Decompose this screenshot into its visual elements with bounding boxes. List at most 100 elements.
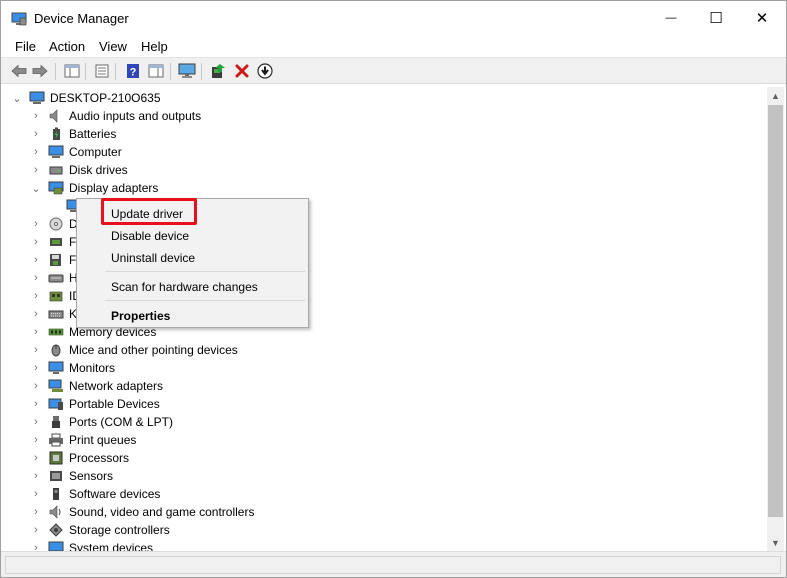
tree-item-sensors[interactable]: › Sensors	[6, 467, 766, 485]
chevron-right-icon[interactable]: ›	[30, 342, 42, 358]
action-pane-icon	[148, 64, 164, 78]
tree-item-sound-video[interactable]: › Sound, video and game controllers	[6, 503, 766, 521]
chevron-right-icon[interactable]: ›	[30, 360, 42, 376]
device-manager-app-icon	[11, 12, 27, 26]
portable-device-icon	[48, 398, 63, 410]
minimize-icon: —	[665, 12, 677, 24]
scroll-up-arrow-icon[interactable]: ▲	[767, 87, 784, 104]
chevron-right-icon[interactable]: ›	[30, 216, 42, 232]
toolbar-separator	[55, 63, 56, 80]
scan-hardware-button[interactable]	[177, 62, 197, 80]
computer-icon	[48, 145, 64, 158]
chevron-right-icon[interactable]: ›	[30, 252, 42, 268]
tree-item-ports[interactable]: › Ports (COM & LPT)	[6, 413, 766, 431]
printer-icon	[49, 433, 63, 447]
help-button[interactable]: ?	[123, 62, 143, 80]
tree-item-label: Mice and other pointing devices	[69, 343, 238, 357]
tree-item-portable-devices[interactable]: › Portable Devices	[6, 395, 766, 413]
properties-button[interactable]	[92, 62, 112, 80]
uninstall-device-menu-item[interactable]: Uninstall device	[111, 251, 195, 265]
toolbar: ?	[1, 57, 786, 84]
chevron-right-icon[interactable]: ›	[30, 162, 42, 178]
tree-item-storage-controllers[interactable]: › Storage controllers	[6, 521, 766, 539]
maximize-button[interactable]: ☐	[693, 1, 739, 35]
tree-item-display-adapters[interactable]: ⌄ Display adapters	[6, 179, 766, 197]
menu-separator	[105, 271, 305, 272]
title-bar: Device Manager — ☐ ✕	[1, 1, 786, 35]
tree-item-label: Storage controllers	[69, 523, 170, 537]
chevron-right-icon[interactable]: ›	[30, 540, 42, 551]
add-driver-button[interactable]	[208, 62, 228, 80]
back-button[interactable]	[9, 62, 29, 80]
keyboard-icon	[48, 310, 64, 319]
chevron-right-icon[interactable]: ›	[30, 396, 42, 412]
update-driver-toolbar-button[interactable]	[255, 62, 275, 80]
tree-item-system-devices[interactable]: › System devices	[6, 539, 766, 551]
minimize-button[interactable]: —	[648, 1, 694, 35]
tree-item-mice[interactable]: › Mice and other pointing devices	[6, 341, 766, 359]
sound-icon	[49, 505, 61, 519]
back-arrow-icon	[11, 64, 27, 78]
chevron-right-icon[interactable]: ›	[30, 306, 42, 322]
chevron-down-icon[interactable]: ⌄	[30, 180, 42, 196]
tree-root-label: DESKTOP-210O635	[50, 91, 161, 105]
uninstall-device-button[interactable]	[232, 62, 252, 80]
tree-item-label: System devices	[69, 541, 154, 551]
tree-item-audio[interactable]: › Audio inputs and outputs	[6, 107, 766, 125]
menu-view[interactable]: View	[99, 39, 127, 54]
tree-item-label: Software devices	[69, 487, 161, 501]
chevron-right-icon[interactable]: ›	[30, 108, 42, 124]
tree-item-batteries[interactable]: › Batteries	[6, 125, 766, 143]
help-icon: ?	[127, 64, 139, 79]
chevron-right-icon[interactable]: ›	[30, 234, 42, 250]
chevron-right-icon[interactable]: ›	[30, 270, 42, 286]
chevron-right-icon[interactable]: ›	[30, 378, 42, 394]
tree-item-print-queues[interactable]: › Print queues	[6, 431, 766, 449]
uninstall-x-icon	[235, 64, 249, 78]
tree-item-computer[interactable]: › Computer	[6, 143, 766, 161]
tree-item-monitors[interactable]: › Monitors	[6, 359, 766, 377]
memory-icon	[48, 328, 64, 336]
chevron-right-icon[interactable]: ›	[30, 324, 42, 340]
chevron-right-icon[interactable]: ›	[30, 486, 42, 502]
chevron-right-icon[interactable]: ›	[30, 414, 42, 430]
menu-help[interactable]: Help	[141, 39, 168, 54]
dvd-drive-icon	[49, 217, 63, 231]
sensor-icon	[50, 471, 62, 481]
tree-item-network-adapters[interactable]: › Network adapters	[6, 377, 766, 395]
tree-item-disk-drives[interactable]: › Disk drives	[6, 161, 766, 179]
scan-hardware-menu-item[interactable]: Scan for hardware changes	[111, 280, 258, 294]
close-button[interactable]: ✕	[739, 1, 785, 35]
tree-root-row[interactable]: ⌄ DESKTOP-210O635	[6, 89, 766, 107]
chevron-right-icon[interactable]: ›	[30, 432, 42, 448]
tree-item-label: Print queues	[69, 433, 137, 447]
disable-device-menu-item[interactable]: Disable device	[111, 229, 189, 243]
forward-button[interactable]	[30, 62, 50, 80]
tree-item-software-devices[interactable]: › Software devices	[6, 485, 766, 503]
update-download-icon	[257, 63, 273, 79]
chevron-right-icon[interactable]: ›	[30, 522, 42, 538]
action-pane-button[interactable]	[146, 62, 166, 80]
properties-menu-item[interactable]: Properties	[111, 309, 170, 323]
scroll-thumb[interactable]	[768, 105, 783, 517]
chevron-right-icon[interactable]: ›	[30, 288, 42, 304]
firmware-icon	[50, 238, 62, 246]
chevron-right-icon[interactable]: ›	[30, 144, 42, 160]
chevron-right-icon[interactable]: ›	[30, 450, 42, 466]
window-title: Device Manager	[34, 11, 129, 26]
tree-item-label: Ports (COM & LPT)	[69, 415, 174, 429]
toolbar-separator	[115, 63, 116, 80]
tree-item-label: Network adapters	[69, 379, 164, 393]
tree-item-processors[interactable]: › Processors	[6, 449, 766, 467]
computer-root-icon	[29, 91, 45, 104]
vertical-scrollbar[interactable]: ▲ ▼	[767, 87, 784, 551]
chevron-right-icon[interactable]: ›	[30, 126, 42, 142]
chevron-right-icon[interactable]: ›	[30, 504, 42, 520]
scroll-down-arrow-icon[interactable]: ▼	[767, 534, 784, 551]
show-hide-tree-button[interactable]	[62, 62, 82, 80]
collapse-chevron-icon[interactable]: ⌄	[11, 90, 23, 106]
show-hide-tree-icon	[64, 64, 80, 78]
menu-file[interactable]: File	[15, 39, 36, 54]
menu-action[interactable]: Action	[49, 39, 85, 54]
chevron-right-icon[interactable]: ›	[30, 468, 42, 484]
